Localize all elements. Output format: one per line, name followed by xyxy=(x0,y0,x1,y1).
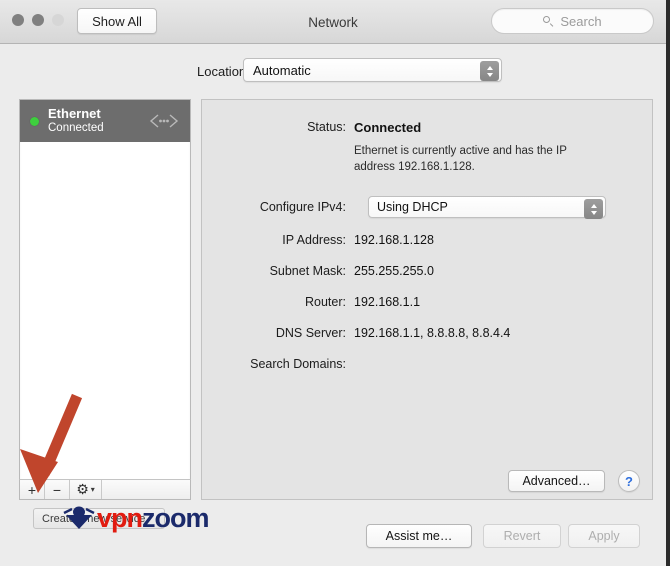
ip-address-label: IP Address: xyxy=(282,233,346,247)
search-input[interactable]: Search xyxy=(491,8,654,34)
status-badge: Connected xyxy=(354,120,422,135)
service-status: Connected xyxy=(48,121,104,134)
apply-button[interactable]: Apply xyxy=(568,524,640,548)
ethernet-icon xyxy=(149,113,179,129)
zoom-button[interactable] xyxy=(52,14,64,26)
titlebar: Show All Network Search xyxy=(0,0,666,44)
search-domains-row: Search Domains: xyxy=(202,357,354,371)
gear-icon[interactable]: ⚙ ▾ xyxy=(70,480,102,499)
minimize-button[interactable] xyxy=(32,14,44,26)
remove-service-button[interactable]: − xyxy=(45,480,70,499)
configure-ipv4-row: Configure IPv4: xyxy=(202,200,354,214)
toolbar-filler xyxy=(102,480,190,499)
create-service-tooltip: Create a new service xyxy=(33,508,165,529)
router-label: Router: xyxy=(305,295,346,309)
status-row: Status: Connected xyxy=(202,120,421,135)
chevron-updown-icon[interactable] xyxy=(480,61,499,81)
location-label: Location: xyxy=(197,63,250,79)
detail-panel: Status: Connected Ethernet is currently … xyxy=(201,99,653,500)
services-toolbar: + − ⚙ ▾ xyxy=(19,479,191,500)
subnet-mask-value: 255.255.255.0 xyxy=(354,264,434,278)
configure-ipv4-select[interactable]: Using DHCP xyxy=(368,196,606,219)
subnet-mask-label: Subnet Mask: xyxy=(269,264,346,278)
router-row: Router: 192.168.1.1 xyxy=(202,295,420,309)
location-row: Location: Automatic xyxy=(0,58,666,84)
advanced-button[interactable]: Advanced… xyxy=(508,470,605,492)
dns-server-label: DNS Server: xyxy=(275,326,346,340)
configure-ipv4-value: Using DHCP xyxy=(377,200,448,214)
location-value: Automatic xyxy=(253,62,311,78)
location-select[interactable]: Automatic xyxy=(243,58,502,82)
chevron-updown-icon[interactable] xyxy=(584,199,603,219)
add-service-button[interactable]: + xyxy=(20,480,45,499)
assist-me-button[interactable]: Assist me… xyxy=(366,524,472,548)
sidebar-item-ethernet[interactable]: Ethernet Connected xyxy=(20,100,190,142)
dns-server-row: DNS Server: 192.168.1.1, 8.8.8.8, 8.8.4.… xyxy=(202,326,511,340)
configure-ipv4-label: Configure IPv4: xyxy=(259,200,346,214)
revert-button[interactable]: Revert xyxy=(483,524,561,548)
close-button[interactable] xyxy=(12,14,24,26)
services-list[interactable]: Ethernet Connected xyxy=(19,99,191,499)
network-preferences-window: Show All Network Search Location: Automa… xyxy=(0,0,670,566)
service-name: Ethernet xyxy=(48,106,101,122)
status-description: Ethernet is currently active and has the… xyxy=(354,145,567,174)
chevron-down-icon: ▾ xyxy=(90,485,95,494)
ip-address-value: 192.168.1.128 xyxy=(354,233,434,247)
search-placeholder: Search xyxy=(560,13,602,29)
search-domains-label: Search Domains: xyxy=(250,357,346,371)
status-description-row: Ethernet is currently active and has the… xyxy=(354,143,584,176)
dns-server-value: 192.168.1.1, 8.8.8.8, 8.8.4.4 xyxy=(354,326,511,340)
show-all-button[interactable]: Show All xyxy=(77,8,157,34)
help-button[interactable]: ? xyxy=(618,470,640,492)
ip-address-row: IP Address: 192.168.1.128 xyxy=(202,233,434,247)
subnet-mask-row: Subnet Mask: 255.255.255.0 xyxy=(202,264,434,278)
router-value: 192.168.1.1 xyxy=(354,295,421,309)
status-indicator-dot xyxy=(30,116,39,126)
gear-glyph: ⚙ xyxy=(76,481,89,497)
window-controls xyxy=(12,14,64,26)
status-label: Status: xyxy=(307,120,346,134)
search-icon xyxy=(543,15,554,27)
